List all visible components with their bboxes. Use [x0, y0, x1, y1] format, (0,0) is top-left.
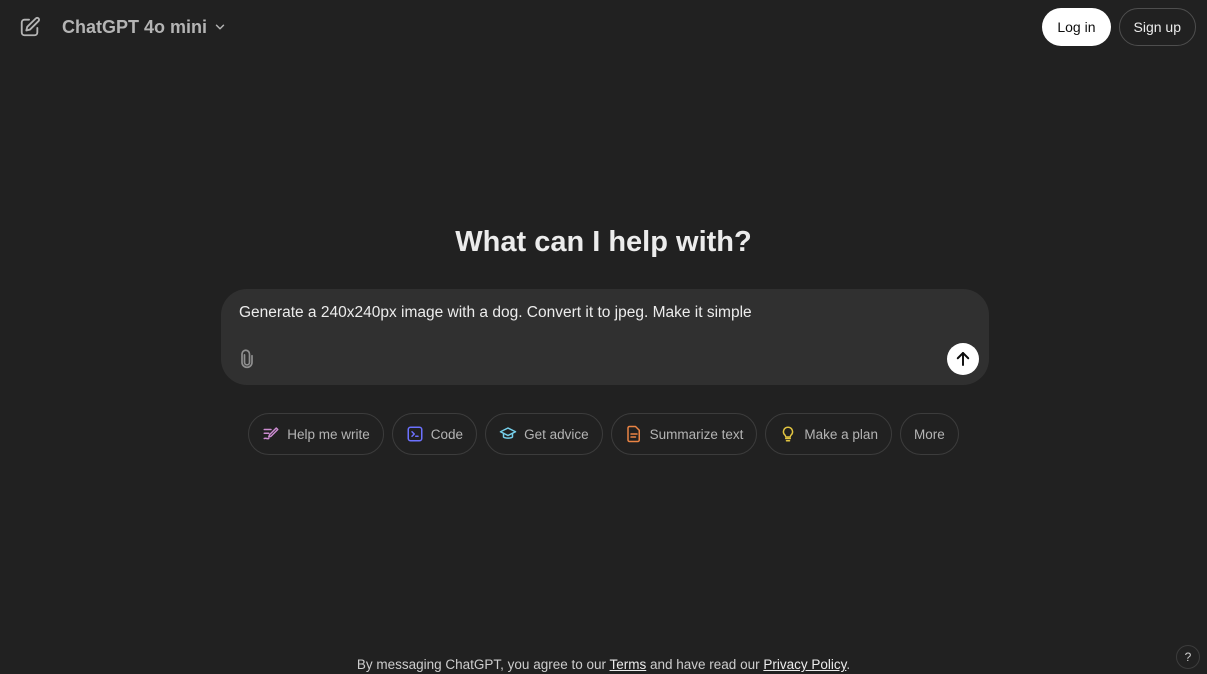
composer: Generate a 240x240px image with a dog. C… — [221, 289, 989, 385]
lightbulb-icon — [783, 426, 794, 442]
chip-get-advice[interactable]: Get advice — [485, 413, 603, 455]
page: ChatGPT 4o mini Log in Sign up What can … — [0, 0, 1207, 674]
footer-prefix: By messaging ChatGPT, you agree to our — [356, 657, 610, 672]
model-name: ChatGPT 4o mini — [62, 16, 208, 37]
privacy-policy-link[interactable]: Privacy Policy — [763, 657, 846, 672]
terminal-icon — [407, 426, 423, 442]
page-heading: What can I help with? — [455, 226, 752, 258]
login-button[interactable]: Log in — [1042, 8, 1111, 46]
chip-label: Make a plan — [804, 426, 878, 442]
chip-more[interactable]: More — [899, 413, 959, 455]
chip-label: More — [913, 426, 945, 442]
edit-icon — [20, 16, 40, 37]
terms-link[interactable]: Terms — [610, 657, 647, 672]
new-chat-button[interactable] — [18, 15, 42, 39]
chip-make-a-plan[interactable]: Make a plan — [765, 413, 892, 455]
paperclip-icon — [241, 349, 253, 369]
header-left: ChatGPT 4o mini — [18, 15, 227, 39]
footer-suffix: . — [846, 657, 851, 672]
chip-help-me-write[interactable]: Help me write — [248, 413, 384, 455]
chevron-down-icon — [213, 20, 227, 34]
header-right: Log in Sign up — [1042, 8, 1196, 46]
signup-button[interactable]: Sign up — [1118, 8, 1196, 46]
chip-code[interactable]: Code — [391, 413, 478, 455]
model-switcher[interactable]: ChatGPT 4o mini — [62, 17, 227, 38]
chip-label: Get advice — [524, 426, 589, 442]
help-button[interactable]: ? — [1176, 645, 1200, 669]
document-icon — [626, 425, 640, 443]
footer-middle: and have read our — [646, 657, 764, 672]
footer-disclaimer: By messaging ChatGPT, you agree to our T… — [0, 657, 1207, 672]
attach-button[interactable] — [236, 348, 258, 370]
chip-label: Help me write — [287, 426, 370, 442]
pen-icon — [263, 427, 279, 440]
suggestion-chips: Help me write Code Get advice Summarize … — [0, 413, 1207, 455]
header: ChatGPT 4o mini Log in Sign up — [0, 0, 1207, 54]
prompt-input[interactable]: Generate a 240x240px image with a dog. C… — [239, 303, 971, 323]
chip-label: Code — [430, 426, 464, 442]
chip-label: Summarize text — [649, 426, 744, 442]
chip-summarize-text[interactable]: Summarize text — [610, 413, 758, 455]
arrow-up-icon — [956, 352, 970, 366]
graduation-cap-icon — [499, 427, 517, 439]
send-button[interactable] — [947, 343, 979, 375]
